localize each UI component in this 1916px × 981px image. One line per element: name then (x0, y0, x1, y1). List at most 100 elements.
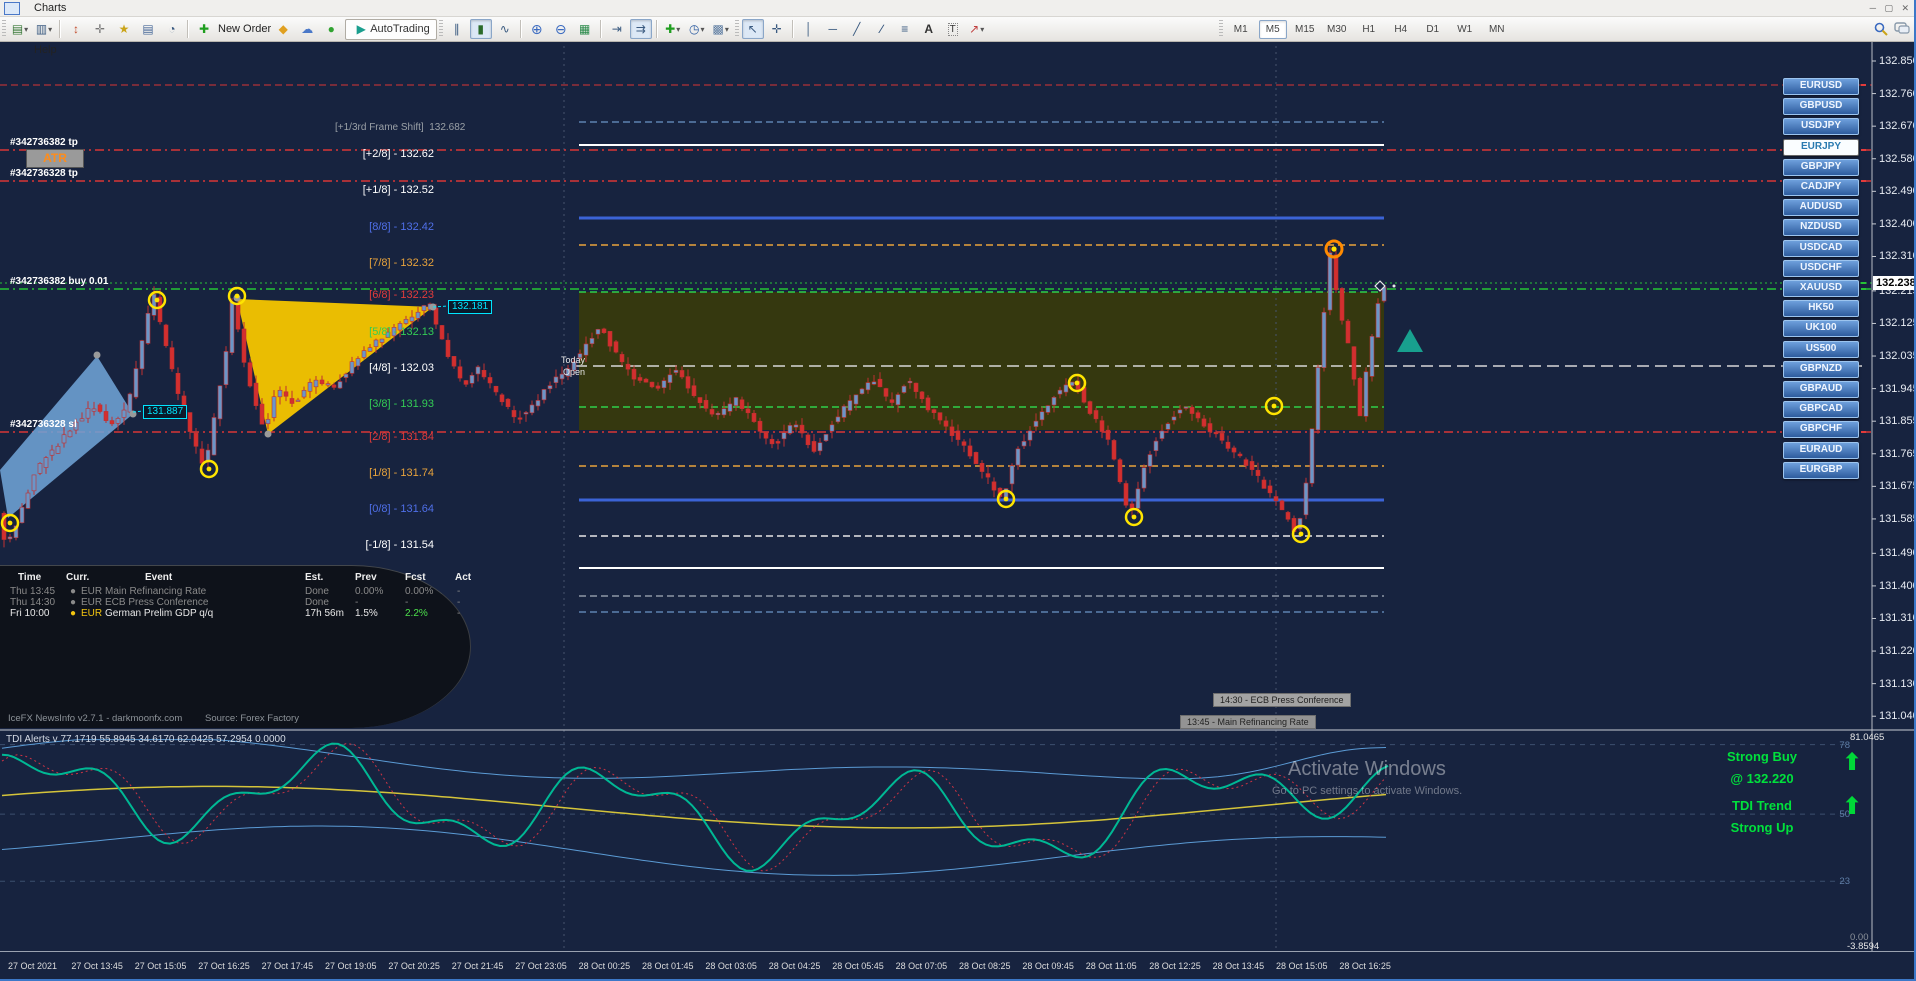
chart-shift-button[interactable] (606, 19, 628, 39)
symbol-button-gbpchf[interactable]: GBPCHF (1783, 421, 1859, 438)
timeframe-h1[interactable]: H1 (1355, 20, 1383, 39)
horizontal-line-tool[interactable] (822, 19, 844, 39)
news-cell: German Prelim GDP q/q (105, 608, 213, 619)
symbol-button-euraud[interactable]: EURAUD (1783, 442, 1859, 459)
symbol-button-eurusd[interactable]: EURUSD (1783, 78, 1859, 95)
arrows-tool[interactable]: ▾ (966, 19, 988, 39)
timeframe-w1[interactable]: W1 (1451, 20, 1479, 39)
toolbar-grip[interactable] (2, 20, 6, 38)
symbol-button-hk50[interactable]: HK50 (1783, 300, 1859, 317)
signal-strong-buy-line1: Strong Buy (1692, 749, 1832, 764)
new-chart-button[interactable]: ▾ (9, 19, 31, 39)
news-footer-right: Source: Forex Factory (205, 713, 299, 724)
navigator-button[interactable] (113, 19, 135, 39)
zoom-in-button[interactable] (526, 19, 548, 39)
activate-windows-watermark: Activate Windows (1288, 758, 1446, 781)
bar-chart-button[interactable] (446, 19, 468, 39)
symbol-button-xauusd[interactable]: XAUUSD (1783, 280, 1859, 297)
autotrading-status-icon[interactable] (320, 19, 342, 39)
new-order-icon[interactable] (193, 19, 215, 39)
news-col-act: Act (455, 572, 471, 583)
timeframe-mn[interactable]: MN (1483, 20, 1511, 39)
fibonacci-tool[interactable] (894, 19, 916, 39)
symbol-button-usdchf[interactable]: USDCHF (1783, 260, 1859, 277)
symbol-button-uk100[interactable]: UK100 (1783, 320, 1859, 337)
symbol-button-gbpaud[interactable]: GBPAUD (1783, 381, 1859, 398)
symbol-button-gbpnzd[interactable]: GBPNZD (1783, 361, 1859, 378)
candlestick-chart-button[interactable] (470, 19, 492, 39)
murrey-level-78: [7/8] - 132.32 (284, 257, 434, 269)
news-cell: 2.2% (405, 608, 428, 619)
search-icon[interactable] (1874, 22, 1888, 36)
timeframe-d1[interactable]: D1 (1419, 20, 1447, 39)
symbol-button-eurjpy[interactable]: EURJPY (1783, 139, 1859, 156)
window-controls[interactable]: ─ ▢ ✕ (1870, 3, 1912, 14)
zoom-out-button[interactable] (550, 19, 572, 39)
channel-tool[interactable] (870, 19, 892, 39)
open-label: Open (545, 367, 585, 377)
add-indicator-button[interactable]: ▾ (662, 19, 684, 39)
time-axis-label-18: 28 Oct 12:25 (1149, 961, 1201, 971)
price-tick-131.585: 131.585 (1879, 513, 1916, 525)
news-cell: Thu 14:30 (10, 597, 55, 608)
symbol-button-gbpjpy[interactable]: GBPJPY (1783, 159, 1859, 176)
price-tick-131.765: 131.765 (1879, 448, 1916, 460)
symbol-button-audusd[interactable]: AUDUSD (1783, 199, 1859, 216)
menu-item-help[interactable]: Help (26, 43, 81, 57)
symbol-button-usdcad[interactable]: USDCAD (1783, 240, 1859, 257)
event-flag-0: 14:30 - ECB Press Conference (1213, 693, 1351, 707)
tile-windows-button[interactable] (574, 19, 596, 39)
timeframe-m1[interactable]: M1 (1227, 20, 1255, 39)
symbol-button-gbpusd[interactable]: GBPUSD (1783, 98, 1859, 115)
price-tick-131.400: 131.400 (1879, 580, 1916, 592)
text-tool[interactable] (918, 19, 940, 39)
news-cell: Thu 13:45 (10, 586, 55, 597)
menu-item-charts[interactable]: Charts (26, 1, 81, 15)
atr-badge[interactable]: ATR (26, 149, 84, 168)
profiles-button[interactable]: ▾ (33, 19, 55, 39)
signal-strong-buy-line2: @ 132.220 (1692, 771, 1832, 786)
trendline-tool[interactable] (846, 19, 868, 39)
news-footer-left: IceFX NewsInfo v2.7.1 - darkmoonfx.com (8, 713, 182, 724)
price-chart-canvas[interactable] (0, 0, 1916, 981)
timeframe-m15[interactable]: M15 (1291, 20, 1319, 39)
tdi-scale-bottom: -3.8594 (1847, 941, 1879, 952)
news-cell: 1.5% (355, 608, 378, 619)
news-cell: Main Refinancing Rate (105, 586, 206, 597)
symbol-button-eurgbp[interactable]: EURGBP (1783, 462, 1859, 479)
symbol-button-gbpcad[interactable]: GBPCAD (1783, 401, 1859, 418)
autotrading-button[interactable]: AutoTrading (345, 19, 437, 40)
line-chart-button[interactable] (494, 19, 516, 39)
text-label-tool[interactable] (942, 19, 964, 39)
timeframe-h4[interactable]: H4 (1387, 20, 1415, 39)
period-button[interactable]: ▾ (686, 19, 708, 39)
current-price-box: 132.238 (1873, 276, 1916, 290)
strategy-tester-button[interactable] (161, 19, 183, 39)
news-cell: - (457, 597, 460, 608)
auto-scroll-button[interactable] (630, 19, 652, 39)
new-order-button[interactable]: New Order (218, 23, 271, 35)
symbol-button-us500[interactable]: US500 (1783, 341, 1859, 358)
cursor-tool[interactable] (742, 19, 764, 39)
crosshair-tool[interactable] (766, 19, 788, 39)
timeframe-m30[interactable]: M30 (1323, 20, 1351, 39)
template-button[interactable]: ▾ (710, 19, 732, 39)
time-axis-label-5: 27 Oct 19:05 (325, 961, 377, 971)
price-tick-131.855: 131.855 (1879, 415, 1916, 427)
signal-tdi-trend-line2: Strong Up (1692, 820, 1832, 835)
vertical-line-tool[interactable] (798, 19, 820, 39)
symbol-button-cadjpy[interactable]: CADJPY (1783, 179, 1859, 196)
murrey-level-38: [3/8] - 131.93 (284, 398, 434, 410)
chat-icon[interactable] (1894, 22, 1910, 36)
symbol-button-nzdusd[interactable]: NZDUSD (1783, 219, 1859, 236)
metaeditor-button[interactable] (272, 19, 294, 39)
vps-button[interactable] (296, 19, 318, 39)
price-tick-131.040: 131.040 (1879, 710, 1916, 722)
time-axis-label-19: 28 Oct 13:45 (1213, 961, 1265, 971)
timeframe-m5[interactable]: M5 (1259, 20, 1287, 39)
terminal-button[interactable] (137, 19, 159, 39)
symbol-button-usdjpy[interactable]: USDJPY (1783, 118, 1859, 135)
market-watch-button[interactable] (65, 19, 87, 39)
autotrading-icon (353, 19, 369, 39)
data-window-button[interactable] (89, 19, 111, 39)
